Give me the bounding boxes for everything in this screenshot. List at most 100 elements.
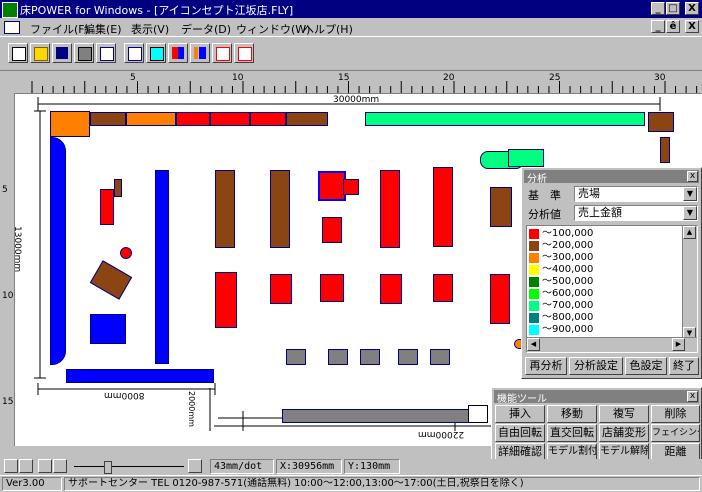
zoom-slider[interactable] <box>74 466 184 467</box>
print-icon[interactable] <box>96 43 116 63</box>
fixture[interactable] <box>318 171 346 201</box>
close-button[interactable]: X <box>685 2 699 15</box>
zoom-out-icon[interactable] <box>4 459 18 473</box>
fixture[interactable] <box>50 111 90 137</box>
fixture[interactable] <box>210 112 250 126</box>
doc-minimize-button[interactable]: _ <box>651 20 665 33</box>
register-fixture[interactable] <box>398 349 418 365</box>
fixture[interactable] <box>282 409 470 423</box>
register-fixture[interactable] <box>360 349 380 365</box>
fixture[interactable] <box>176 112 210 126</box>
fixture[interactable] <box>343 179 359 195</box>
store-transform-button[interactable]: 店舗変形 <box>599 424 649 442</box>
doc-close-button[interactable]: X <box>685 20 699 33</box>
fit-icon[interactable] <box>53 459 67 473</box>
menu-window[interactable]: ウィンドウ(W) <box>236 21 310 37</box>
fixture[interactable] <box>270 170 290 248</box>
fixture[interactable] <box>50 137 66 365</box>
fixture[interactable] <box>120 247 132 259</box>
new-file-icon[interactable] <box>8 43 28 63</box>
scroll-up-icon[interactable]: ▲ <box>683 226 696 239</box>
fixture[interactable] <box>90 314 126 344</box>
register-fixture[interactable] <box>286 349 306 365</box>
legend-label: ～900,000 <box>542 324 594 335</box>
delete-button[interactable]: 削除 <box>651 405 700 423</box>
chart-icon[interactable] <box>190 43 210 63</box>
scroll-right-icon[interactable]: ▶ <box>672 338 685 351</box>
fixture[interactable] <box>365 112 645 126</box>
value-select[interactable]: 売上金額 ▼ <box>574 205 698 221</box>
document-icon[interactable] <box>4 21 20 34</box>
insert-button[interactable]: 挿入 <box>495 405 545 423</box>
select-icon[interactable] <box>124 43 144 63</box>
zoom-slider-thumb[interactable] <box>104 461 112 474</box>
list-icon[interactable] <box>146 43 166 63</box>
facing-button[interactable]: フェイシング <box>651 424 700 442</box>
open-folder-icon[interactable] <box>30 43 50 63</box>
move-button[interactable]: 移動 <box>547 405 597 423</box>
chevron-down-icon[interactable]: ▼ <box>683 187 697 201</box>
color-icon[interactable] <box>168 43 188 63</box>
color-settings-button[interactable]: 色設定 <box>625 357 667 375</box>
fixture[interactable] <box>114 179 122 197</box>
magnifier-icon[interactable] <box>38 459 52 473</box>
fixture[interactable] <box>126 112 176 126</box>
fixture[interactable] <box>660 137 670 163</box>
orthogonal-rotate-button[interactable]: 直交回転 <box>547 424 597 442</box>
register-fixture[interactable] <box>328 349 348 365</box>
fixture[interactable] <box>215 170 235 248</box>
finish-button[interactable]: 終了 <box>669 357 699 375</box>
fixture[interactable] <box>490 274 510 324</box>
fixture[interactable] <box>250 112 286 126</box>
fixture[interactable] <box>380 170 400 248</box>
horizontal-scrollbar[interactable]: ◀ ▶ <box>527 337 697 352</box>
legend-label: ～300,000 <box>542 252 594 263</box>
fixture[interactable] <box>490 187 512 227</box>
register-fixture[interactable] <box>430 349 450 365</box>
menu-data[interactable]: データ(D) <box>181 21 231 37</box>
fixture[interactable] <box>468 405 488 423</box>
fixture[interactable] <box>322 217 342 243</box>
fixture[interactable] <box>90 112 126 126</box>
fixture[interactable] <box>508 149 544 167</box>
support-info: サポートセンター TEL 0120-987-571(通話無料) 10:00～12… <box>64 477 700 491</box>
fixture[interactable] <box>286 112 328 126</box>
floor-plan-canvas[interactable]: 5 10 15 20 25 30 5 10 15 30000mm 13000mm… <box>0 70 702 461</box>
basis-select[interactable]: 売場 ▼ <box>574 186 698 202</box>
legend-swatch <box>529 301 539 311</box>
fixture[interactable] <box>433 274 453 302</box>
menu-view[interactable]: 表示(V) <box>131 21 169 37</box>
legend-list[interactable]: ～100,000 ～200,000 ～300,000 ～400,000 ～500,000… <box>526 225 698 353</box>
maximize-button[interactable]: □ <box>666 2 680 15</box>
info-bar: Ver3.00 サポートセンター TEL 0120-987-571(通話無料) … <box>0 475 702 492</box>
menu-file[interactable]: ファイル(F) <box>30 21 89 37</box>
reanalyze-button[interactable]: 再分析 <box>525 357 567 375</box>
analysis-settings-button[interactable]: 分析設定 <box>569 357 623 375</box>
minimize-button[interactable]: _ <box>651 2 665 15</box>
fixture[interactable] <box>66 369 214 383</box>
window-icon[interactable] <box>212 43 232 63</box>
fixture[interactable] <box>155 170 169 364</box>
free-rotate-button[interactable]: 自由回転 <box>495 424 545 442</box>
doc-restore-button[interactable]: ê <box>666 20 680 33</box>
menu-edit[interactable]: 編集(E) <box>84 21 122 37</box>
fixture[interactable] <box>648 112 674 132</box>
scroll-left-icon[interactable]: ◀ <box>527 338 540 351</box>
fixture[interactable] <box>100 189 114 225</box>
chevron-down-icon[interactable]: ▼ <box>683 206 697 220</box>
vertical-scrollbar[interactable]: ▲ ▼ <box>682 226 697 340</box>
fixture[interactable] <box>380 274 402 304</box>
fixture[interactable] <box>215 272 237 328</box>
zoom-in-icon[interactable] <box>19 459 33 473</box>
grid-icon[interactable] <box>188 459 202 473</box>
analysis-close-button[interactable]: x <box>687 171 698 182</box>
layout-icon[interactable] <box>234 43 254 63</box>
copy-button[interactable]: 複写 <box>599 405 649 423</box>
fixture[interactable] <box>320 274 344 302</box>
fixture[interactable] <box>433 167 453 247</box>
save-icon[interactable] <box>52 43 72 63</box>
tool-close-button[interactable]: x <box>687 391 698 402</box>
menu-help[interactable]: ヘルプ(H) <box>303 21 353 37</box>
fixture[interactable] <box>270 274 292 304</box>
find-icon[interactable] <box>74 43 94 63</box>
